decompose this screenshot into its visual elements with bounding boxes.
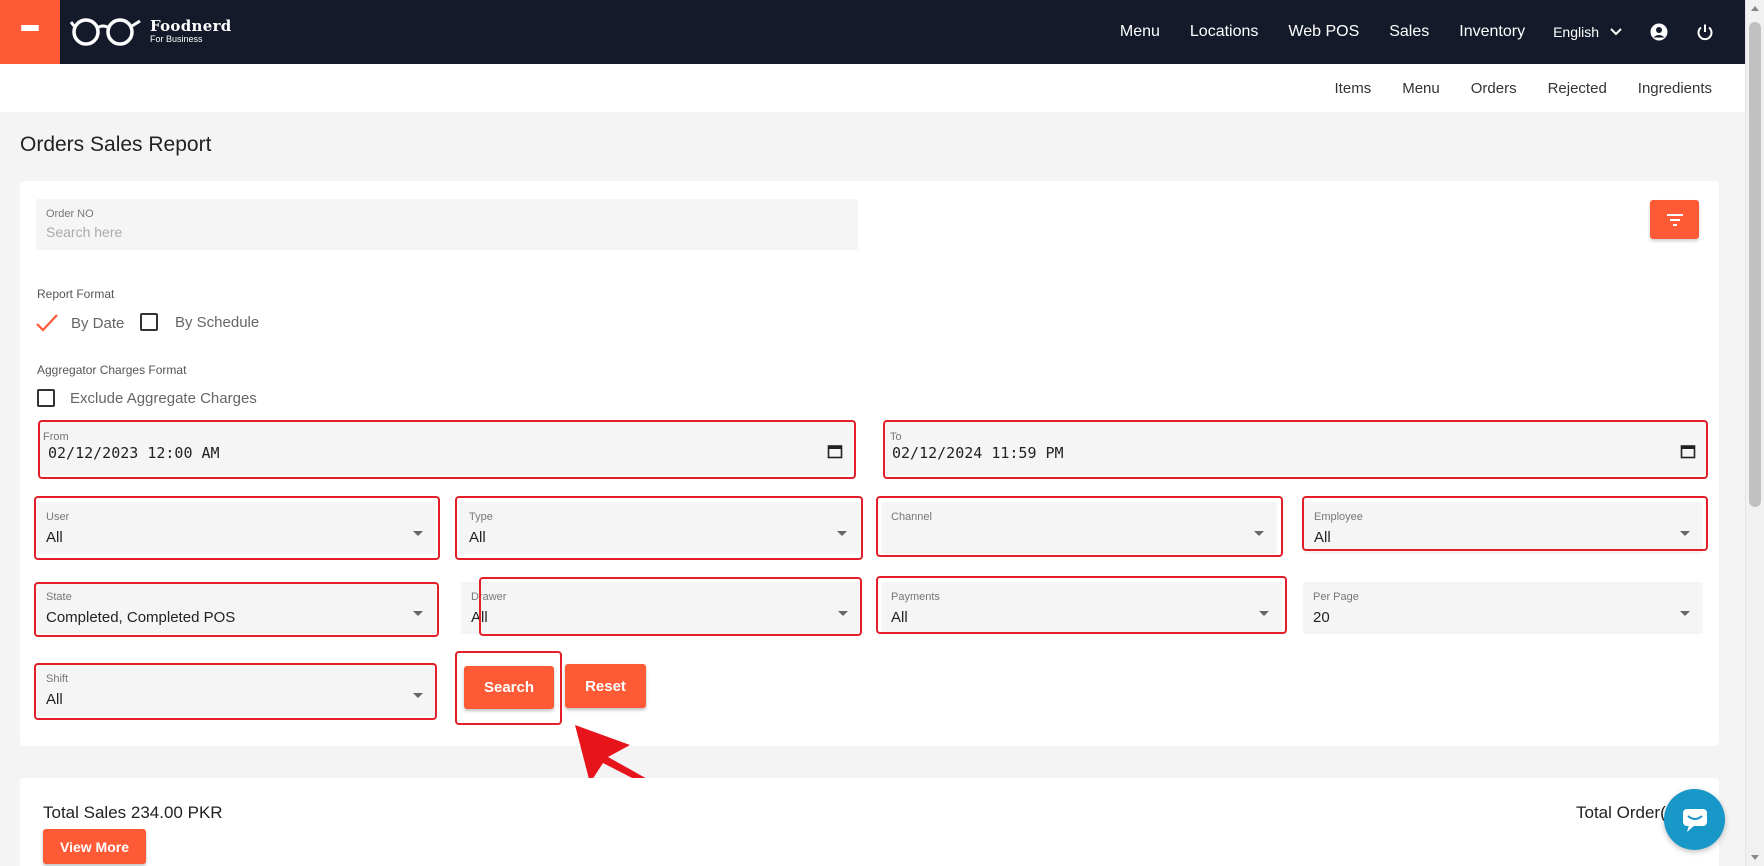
scroll-thumb[interactable] bbox=[1749, 22, 1761, 507]
option-by-schedule-label: By Schedule bbox=[175, 313, 260, 331]
checkmark-icon bbox=[36, 314, 58, 332]
subnav-menu[interactable]: Menu bbox=[1402, 80, 1440, 97]
logout-button[interactable] bbox=[1695, 22, 1715, 42]
option-by-schedule[interactable]: By Schedule bbox=[140, 313, 259, 331]
annotation-highlight bbox=[883, 420, 1708, 479]
power-icon bbox=[1697, 24, 1713, 41]
annotation-highlight bbox=[876, 496, 1283, 557]
subnav-items[interactable]: Items bbox=[1335, 80, 1372, 97]
option-exclude-aggregate[interactable]: Exclude Aggregate Charges bbox=[37, 389, 257, 407]
by-schedule-checkbox[interactable] bbox=[140, 313, 158, 331]
annotation-highlight bbox=[1302, 496, 1708, 551]
brand-logo[interactable]: Foodnerd For Business bbox=[70, 16, 232, 46]
hamburger-icon bbox=[21, 25, 39, 39]
order-no-placeholder: Search here bbox=[46, 224, 123, 240]
account-icon bbox=[1650, 23, 1668, 41]
view-more-button[interactable]: View More bbox=[43, 829, 146, 864]
summary-card bbox=[20, 778, 1719, 866]
chevron-down-icon bbox=[1610, 28, 1622, 36]
option-by-date[interactable]: By Date bbox=[35, 313, 124, 333]
annotation-highlight bbox=[38, 420, 856, 479]
chat-icon bbox=[1682, 808, 1707, 832]
brand-tagline: For Business bbox=[150, 33, 203, 44]
subnav-orders[interactable]: Orders bbox=[1471, 80, 1517, 97]
chat-widget-button[interactable] bbox=[1664, 789, 1725, 850]
scroll-up-icon[interactable] bbox=[1751, 6, 1759, 11]
subnav-ingredients[interactable]: Ingredients bbox=[1638, 80, 1712, 97]
language-label: English bbox=[1553, 24, 1599, 40]
per-page-label: Per Page bbox=[1313, 591, 1359, 603]
annotation-highlight bbox=[479, 577, 862, 636]
brand-name: Foodnerd bbox=[150, 16, 232, 35]
report-format-label: Report Format bbox=[37, 287, 115, 301]
language-selector[interactable]: English bbox=[1553, 24, 1623, 40]
filter-icon bbox=[1666, 213, 1683, 226]
order-no-label: Order NO bbox=[46, 208, 94, 220]
exclude-aggregate-label: Exclude Aggregate Charges bbox=[70, 389, 257, 407]
account-button[interactable] bbox=[1649, 22, 1669, 42]
annotation-highlight bbox=[455, 651, 562, 725]
option-by-date-label: By Date bbox=[71, 314, 125, 332]
nav-inventory[interactable]: Inventory bbox=[1459, 23, 1525, 41]
caret-down-icon bbox=[1680, 611, 1690, 616]
nav-locations[interactable]: Locations bbox=[1190, 23, 1259, 41]
filter-toggle-button[interactable] bbox=[1650, 200, 1699, 239]
scroll-down-icon[interactable] bbox=[1751, 855, 1759, 860]
aggregator-format-label: Aggregator Charges Format bbox=[37, 363, 187, 377]
annotation-highlight bbox=[34, 582, 439, 637]
nav-menu[interactable]: Menu bbox=[1120, 23, 1160, 41]
exclude-aggregate-checkbox[interactable] bbox=[37, 389, 55, 407]
annotation-highlight bbox=[876, 576, 1287, 634]
per-page-select[interactable]: Per Page 20 bbox=[1303, 582, 1703, 634]
sub-navbar: Items Menu Orders Rejected Ingredients bbox=[0, 64, 1745, 112]
menu-toggle-button[interactable] bbox=[0, 0, 60, 64]
annotation-highlight bbox=[455, 496, 863, 560]
per-page-value: 20 bbox=[1313, 609, 1330, 626]
annotation-highlight bbox=[34, 663, 437, 720]
reset-button[interactable]: Reset bbox=[565, 664, 646, 708]
page-title: Orders Sales Report bbox=[20, 133, 212, 156]
order-no-field[interactable]: Order NO Search here bbox=[36, 199, 858, 250]
total-orders-text: Total Order( bbox=[1576, 803, 1666, 822]
top-navbar: Foodnerd For Business Menu Locations Web… bbox=[0, 0, 1745, 64]
page-scrollbar[interactable] bbox=[1745, 0, 1764, 866]
total-sales-text: Total Sales 234.00 PKR bbox=[43, 803, 223, 822]
subnav-rejected[interactable]: Rejected bbox=[1548, 80, 1607, 97]
nav-web-pos[interactable]: Web POS bbox=[1288, 23, 1359, 41]
nav-sales[interactable]: Sales bbox=[1389, 23, 1429, 41]
glasses-logo-icon bbox=[70, 18, 141, 46]
annotation-highlight bbox=[34, 496, 440, 560]
